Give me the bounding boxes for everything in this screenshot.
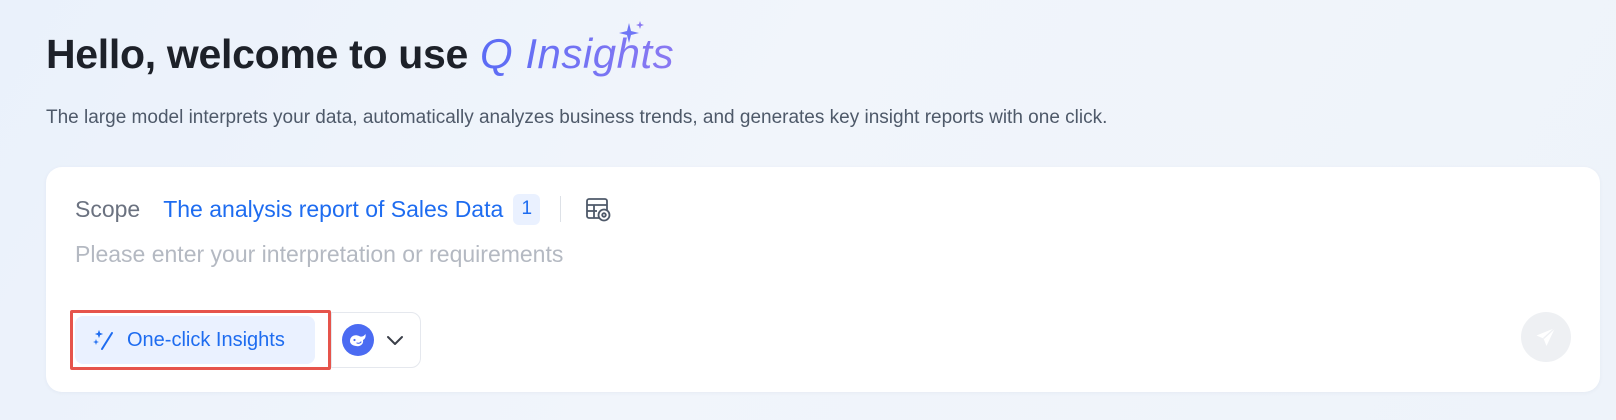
scope-label: Scope [75,195,141,222]
sparkle-icon [619,21,644,43]
send-button[interactable] [1521,312,1571,362]
chevron-down-icon [387,336,403,345]
prompt-input[interactable] [75,235,1455,273]
model-selector[interactable] [331,312,421,368]
scope-report-link[interactable]: The analysis report of Sales Data [163,196,503,223]
insight-input-card: Scope The analysis report of Sales Data … [46,167,1600,392]
scope-row: Scope The analysis report of Sales Data … [75,191,612,227]
table-settings-icon[interactable] [584,195,612,223]
scope-divider [560,196,562,222]
greeting-text: Hello, welcome to use [46,30,469,77]
magic-wand-icon [93,329,113,350]
whale-model-icon [342,324,374,356]
paper-plane-icon [1536,327,1556,346]
page-subtitle: The large model interprets your data, au… [46,107,1108,128]
one-click-insights-button[interactable]: One-click Insights [75,316,315,364]
one-click-insights-label: One-click Insights [127,328,285,351]
welcome-heading: Hello, welcome to use Q Insights [46,21,674,78]
scope-count-badge[interactable]: 1 [513,193,541,225]
